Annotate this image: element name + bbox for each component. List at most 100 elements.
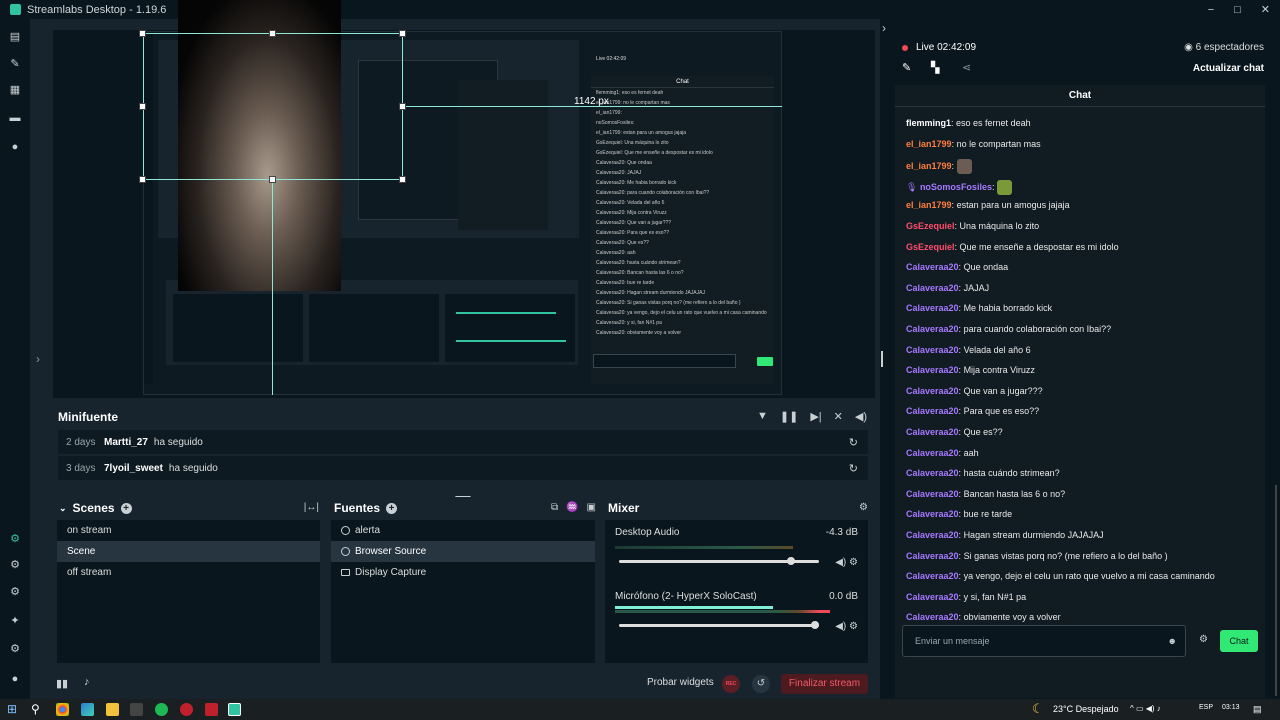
close-button[interactable]: ✕ <box>1261 3 1270 16</box>
channel-settings-icon[interactable]: ⚙ <box>849 621 858 632</box>
collapse-dock-chevron-icon[interactable]: › <box>882 21 886 35</box>
chat-username[interactable]: GsEzequiel <box>906 221 955 231</box>
chat-username[interactable]: Calaveraa20 <box>906 303 959 313</box>
send-chat-button[interactable]: Chat <box>1220 630 1258 652</box>
folder-icon[interactable]: ▣ <box>587 502 596 513</box>
dock-resize-handle[interactable] <box>881 351 883 367</box>
play-icon[interactable]: ● <box>9 141 21 153</box>
volume-slider[interactable] <box>619 624 819 627</box>
replay-alert-icon[interactable]: ↻ <box>849 462 858 475</box>
chat-username[interactable]: Calaveraa20 <box>906 530 959 540</box>
settings-icon[interactable]: ⚙ <box>9 643 21 655</box>
source-selection-icon[interactable]: ⧉ <box>551 502 558 513</box>
chat-username[interactable]: flemming1 <box>906 118 951 128</box>
chat-username[interactable]: Calaveraa20 <box>906 551 959 561</box>
share-icon[interactable]: ⋖ <box>962 61 971 74</box>
scene-item[interactable]: off stream <box>57 562 320 583</box>
chat-username[interactable]: Calaveraa20 <box>906 448 959 458</box>
performance-icon[interactable]: ▮▮ <box>56 677 68 690</box>
scene-item[interactable]: on stream <box>57 520 320 541</box>
chat-username[interactable]: noSomosFosiles <box>920 182 992 192</box>
minimize-button[interactable]: − <box>1208 4 1214 16</box>
chat-username[interactable]: Calaveraa20 <box>906 406 959 416</box>
volume-icon[interactable]: ◀) <box>855 410 867 423</box>
magic-icon[interactable]: ✦ <box>9 615 21 627</box>
source-item[interactable]: Display Capture <box>331 562 595 583</box>
chat-username[interactable]: Calaveraa20 <box>906 489 959 499</box>
speaker-icon[interactable]: ◀) <box>835 621 846 632</box>
chat-username[interactable]: el_ian1799 <box>906 139 952 149</box>
source-item[interactable]: Browser Source <box>331 541 595 562</box>
chat-username[interactable]: Calaveraa20 <box>906 509 959 519</box>
filter-icon[interactable]: ▼ <box>757 410 768 423</box>
emoji-icon[interactable]: ☻ <box>1168 626 1177 656</box>
chat-username[interactable]: Calaveraa20 <box>906 592 959 602</box>
webcam-source[interactable] <box>178 0 341 291</box>
channel-settings-icon[interactable]: ⚙ <box>849 557 858 568</box>
update-chat-button[interactable]: Actualizar chat <box>1193 63 1264 74</box>
add-source-button[interactable]: + <box>386 502 398 514</box>
resize-handle[interactable] <box>139 176 146 183</box>
opera-icon[interactable] <box>180 703 193 716</box>
clock[interactable]: 03:13 <box>1222 704 1240 711</box>
add-scene-button[interactable]: + <box>120 502 132 514</box>
chat-username[interactable]: Calaveraa20 <box>906 386 959 396</box>
editor-icon[interactable]: ▤ <box>9 31 21 43</box>
test-widgets-button[interactable]: Probar widgets <box>647 677 714 688</box>
mute-alerts-icon[interactable]: ✕ <box>834 410 843 423</box>
edit-stream-info-icon[interactable]: ✎ <box>902 61 911 74</box>
mixer-settings-icon[interactable]: ⚙ <box>859 502 868 513</box>
skip-icon[interactable]: ▶| <box>810 410 821 423</box>
apps-icon[interactable]: ⚙ <box>9 586 21 598</box>
resize-handle[interactable] <box>399 176 406 183</box>
chat-username[interactable]: Calaveraa20 <box>906 365 959 375</box>
chat-username[interactable]: Calaveraa20 <box>906 324 959 334</box>
themes-icon[interactable]: ✎ <box>9 58 21 70</box>
resize-handle[interactable] <box>139 30 146 37</box>
chat-username[interactable]: GsEzequiel <box>906 242 955 252</box>
pause-icon[interactable]: ❚❚ <box>780 410 798 423</box>
replay-alert-icon[interactable]: ↻ <box>849 436 858 449</box>
notification-center-icon[interactable]: ▤ <box>1253 704 1262 715</box>
maximize-button[interactable]: □ <box>1234 4 1241 16</box>
language-indicator[interactable]: ESP <box>1199 704 1213 711</box>
resize-handle[interactable] <box>269 176 276 183</box>
volume-slider-knob[interactable] <box>787 557 795 565</box>
streamlabs-taskbar-icon[interactable] <box>228 703 241 716</box>
collapse-chevron-icon[interactable]: ⌄ <box>59 503 67 514</box>
scene-item[interactable]: Scene <box>57 541 320 562</box>
chat-settings-icon[interactable]: ⚙ <box>1199 634 1208 645</box>
app-icon[interactable] <box>205 703 218 716</box>
studio-mode-icon[interactable]: ⚙ <box>9 533 21 545</box>
resize-handle[interactable] <box>269 30 276 37</box>
chat-username[interactable]: Calaveraa20 <box>906 468 959 478</box>
chat-username[interactable]: el_ian1799 <box>906 161 952 171</box>
chat-username[interactable]: Calaveraa20 <box>906 612 959 622</box>
speaker-icon[interactable]: ◀) <box>835 557 846 568</box>
chrome-icon[interactable] <box>56 703 69 716</box>
scene-transitions-icon[interactable]: |↔| <box>304 502 319 513</box>
source-item[interactable]: alerta <box>331 520 595 541</box>
profile-icon[interactable]: ● <box>9 673 21 685</box>
volume-slider-knob[interactable] <box>811 621 819 629</box>
search-icon[interactable]: ⚲ <box>31 702 40 716</box>
collapse-left-chevron-icon[interactable]: › <box>36 352 40 366</box>
chat-username[interactable]: Calaveraa20 <box>906 283 959 293</box>
chat-username[interactable]: el_ian1799 <box>906 200 952 210</box>
chat-username[interactable]: Calaveraa20 <box>906 345 959 355</box>
resize-handle[interactable] <box>139 103 146 110</box>
resize-handle[interactable] <box>399 30 406 37</box>
explorer-icon[interactable] <box>106 703 119 716</box>
spotify-icon[interactable] <box>155 703 168 716</box>
end-stream-button[interactable]: Finalizar stream <box>781 674 868 694</box>
replay-buffer-button[interactable]: ↺ <box>752 675 770 693</box>
copy-icon[interactable]: ▚ <box>931 61 939 74</box>
dashboard-icon[interactable]: ▬ <box>9 112 21 124</box>
edge-icon[interactable] <box>81 703 94 716</box>
chat-scrollbar[interactable] <box>1275 485 1277 696</box>
chat-username[interactable]: Calaveraa20 <box>906 262 959 272</box>
record-button[interactable]: REC <box>722 675 740 693</box>
tray-icons[interactable]: ^ ▭ ◀) ♪ <box>1130 704 1161 713</box>
layout-icon[interactable]: ⚙ <box>9 559 21 571</box>
chat-username[interactable]: Calaveraa20 <box>906 427 959 437</box>
